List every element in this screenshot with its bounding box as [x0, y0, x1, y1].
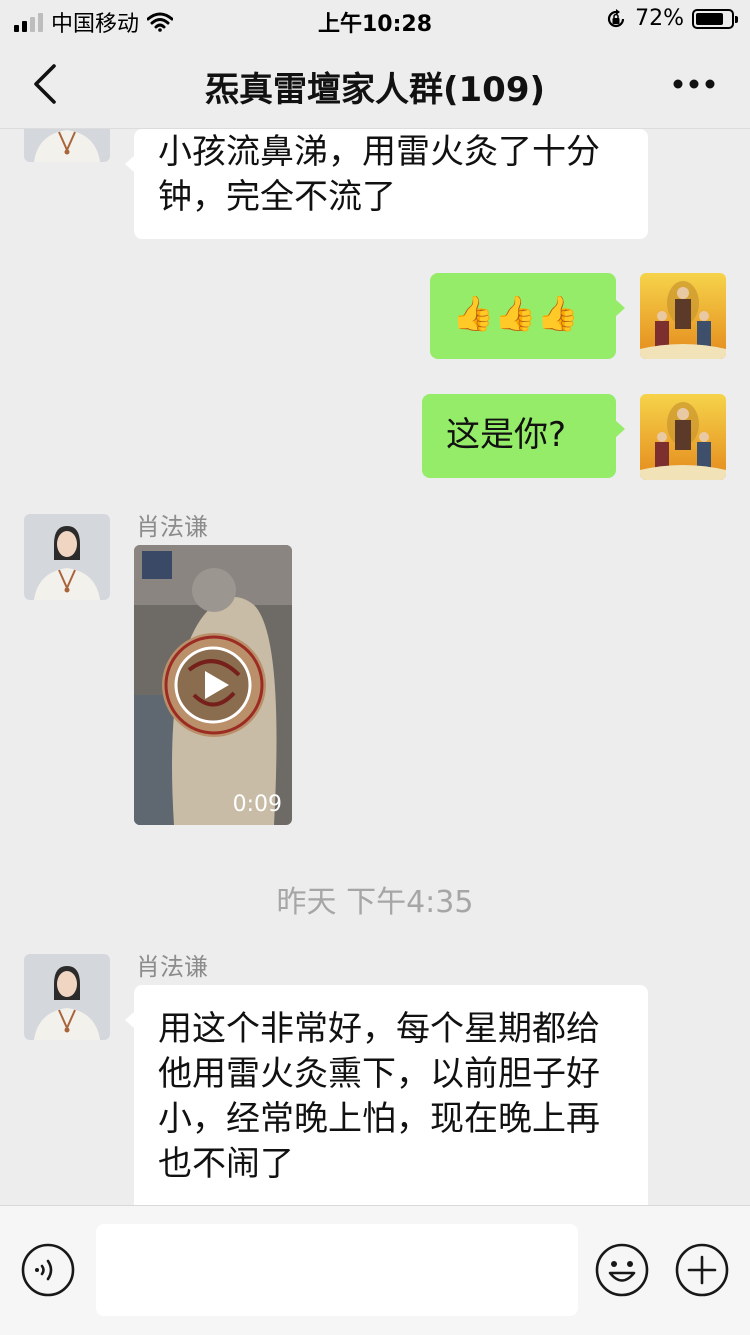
- battery-percent: 72%: [635, 6, 684, 31]
- message-bubble[interactable]: 小孩流鼻涕，用雷火灸了十分钟，完全不流了: [125, 129, 648, 239]
- avatar[interactable]: [24, 129, 110, 162]
- timestamp: 昨天 下午4:35: [276, 885, 474, 920]
- message-bubble[interactable]: 这是你?: [422, 394, 625, 478]
- message-bubble[interactable]: 用这个非常好，每个星期都给他用雷火灸熏下，以前胆子好小，经常晚上怕，现在晚上再也…: [125, 985, 648, 1205]
- avatar[interactable]: [24, 514, 110, 600]
- status-right: 72%: [605, 6, 738, 31]
- message-input[interactable]: [96, 1224, 578, 1316]
- sender-name: 肖法谦: [136, 513, 208, 541]
- chat-header: 炁真雷壇家人群(109): [0, 40, 750, 129]
- message-list[interactable]: 小孩流鼻涕，用雷火灸了十分钟，完全不流了 👍👍👍 这是你? 肖法谦 0:09 昨…: [0, 129, 750, 1205]
- chat-title: 炁真雷壇家人群(109): [0, 62, 750, 111]
- voice-icon[interactable]: [20, 1242, 76, 1298]
- more-dots-icon[interactable]: [670, 70, 718, 98]
- sender-name: 肖法谦: [136, 953, 208, 981]
- input-bar: [0, 1205, 750, 1335]
- play-icon[interactable]: [173, 645, 253, 725]
- message-text: 这是你?: [446, 415, 567, 455]
- group-name: 炁真雷壇家人群: [204, 70, 443, 110]
- video-duration: 0:09: [232, 792, 282, 817]
- message-text: 小孩流鼻涕，用雷火灸了十分钟，完全不流了: [158, 132, 600, 217]
- plus-icon[interactable]: [674, 1242, 730, 1298]
- avatar[interactable]: [640, 394, 726, 480]
- emoji-icon[interactable]: [594, 1242, 650, 1298]
- rotation-lock-icon: [608, 8, 625, 27]
- avatar[interactable]: [24, 954, 110, 1040]
- message-text: 用这个非常好，每个星期都给他用雷火灸熏下，以前胆子好小，经常晚上怕，现在晚上再也…: [158, 1009, 600, 1184]
- video-message[interactable]: 0:09: [134, 545, 292, 825]
- message-text: 👍👍👍: [452, 294, 580, 334]
- member-count: (109): [442, 70, 546, 110]
- status-bar: 中国移动 上午10:28 72%: [0, 0, 750, 40]
- battery-icon: [692, 8, 738, 29]
- avatar[interactable]: [640, 273, 726, 359]
- message-bubble[interactable]: 👍👍👍: [430, 273, 625, 359]
